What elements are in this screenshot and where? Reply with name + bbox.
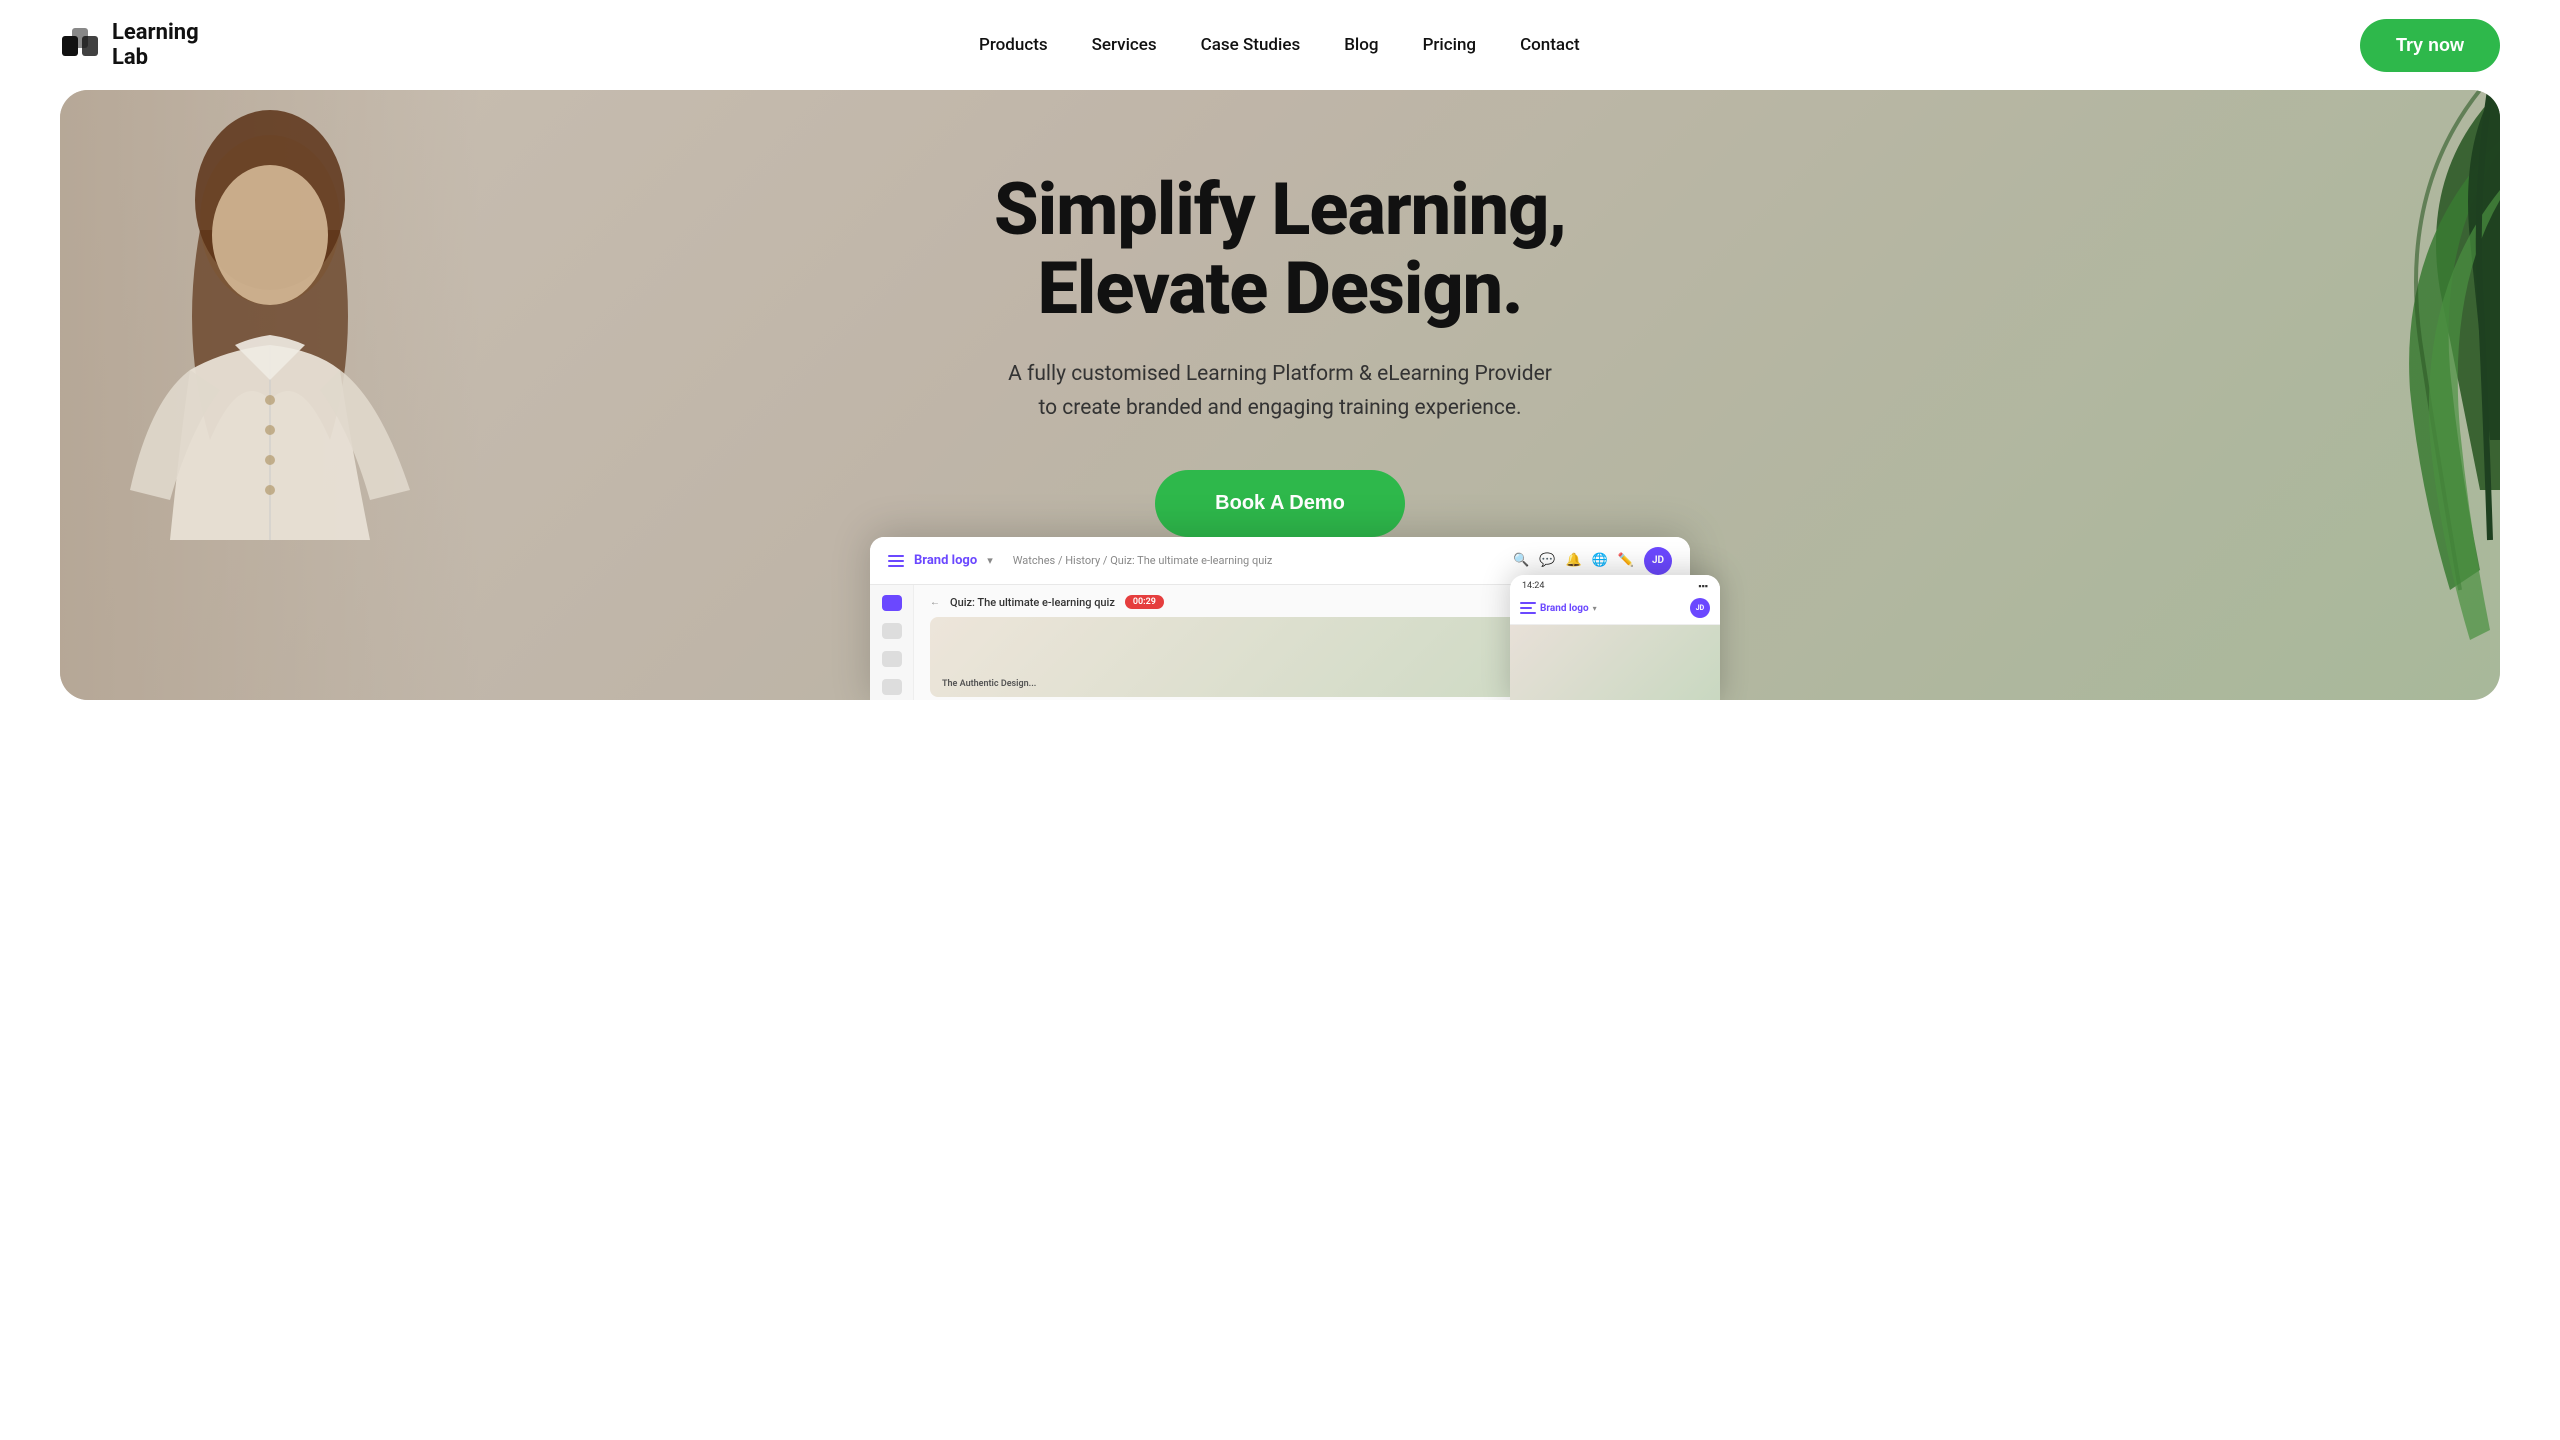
sidebar-star-icon: [882, 679, 902, 695]
hero-title: Simplify Learning, Elevate Design.: [950, 170, 1610, 328]
mobile-user-avatar: JD: [1690, 598, 1710, 618]
app-brand-dropdown-icon: ▾: [987, 554, 993, 567]
search-icon: 🔍: [1513, 553, 1529, 568]
mobile-brand-area: Brand logo ▾: [1520, 602, 1597, 614]
person-silhouette-icon: [60, 90, 480, 700]
mobile-topbar: Brand logo ▾ JD: [1510, 592, 1720, 625]
hero-plant-decoration: [2220, 90, 2500, 700]
mobile-window: 14:24 ▪▪▪ Brand logo ▾ JD: [1510, 575, 1720, 700]
bell-icon: 🔔: [1565, 553, 1581, 568]
nav-services[interactable]: Services: [1092, 35, 1157, 55]
app-quiz-title: Quiz: The ultimate e-learning quiz: [950, 596, 1115, 609]
hero-person-decoration: [60, 90, 480, 700]
app-brand-logo-text: Brand logo: [914, 553, 977, 568]
logo-text: Learning Lab: [112, 20, 199, 71]
mobile-statusbar: 14:24 ▪▪▪: [1510, 575, 1720, 592]
nav-products[interactable]: Products: [979, 35, 1048, 55]
app-content-label: The Authentic Design...: [942, 679, 1036, 689]
site-logo[interactable]: Learning Lab: [60, 20, 199, 71]
mobile-signal-icons: ▪▪▪: [1698, 581, 1708, 592]
nav-menu: Products Services Case Studies Blog Pric…: [979, 35, 1580, 55]
logo-icon: [60, 24, 102, 66]
chat-icon: 💬: [1539, 553, 1555, 568]
edit-icon: ✏️: [1618, 553, 1634, 568]
mobile-content-area: [1510, 625, 1720, 700]
main-navigation: Learning Lab Products Services Case Stud…: [0, 0, 2560, 90]
back-button: ←: [930, 597, 940, 608]
sidebar-grid-icon: [882, 623, 902, 639]
sidebar-arrow-icon: [882, 651, 902, 667]
app-ui-preview: Brand logo ▾ Watches / History / Quiz: T…: [870, 537, 1690, 700]
mobile-dropdown-icon: ▾: [1593, 604, 1597, 613]
try-now-button[interactable]: Try now: [2360, 19, 2500, 72]
mobile-time: 14:24: [1522, 581, 1544, 592]
hero-subtitle: A fully customised Learning Platform & e…: [1000, 358, 1560, 425]
app-sidebar: [870, 585, 914, 700]
app-topbar-left: Brand logo ▾: [888, 553, 993, 568]
mobile-preview: 14:24 ▪▪▪ Brand logo ▾ JD: [1510, 575, 1720, 700]
mobile-hamburger-icon: [1520, 602, 1536, 614]
app-topbar-icons: 🔍 💬 🔔 🌐 ✏️ JD: [1513, 547, 1672, 575]
globe-icon: 🌐: [1592, 553, 1608, 568]
mobile-brand-logo-text: Brand logo: [1540, 603, 1589, 614]
app-breadcrumb: Watches / History / Quiz: The ultimate e…: [1013, 554, 1513, 567]
sidebar-home-icon: [882, 595, 902, 611]
book-demo-button[interactable]: Book A Demo: [1155, 470, 1405, 537]
nav-pricing[interactable]: Pricing: [1423, 35, 1477, 55]
plant-icon: [2220, 90, 2500, 700]
nav-blog[interactable]: Blog: [1344, 35, 1378, 55]
nav-case-studies[interactable]: Case Studies: [1201, 35, 1301, 55]
hero-section: Simplify Learning, Elevate Design. A ful…: [60, 90, 2500, 700]
user-avatar: JD: [1644, 547, 1672, 575]
app-timer-badge: 00:29: [1125, 595, 1164, 609]
hamburger-icon: [888, 555, 904, 567]
nav-contact[interactable]: Contact: [1520, 35, 1580, 55]
